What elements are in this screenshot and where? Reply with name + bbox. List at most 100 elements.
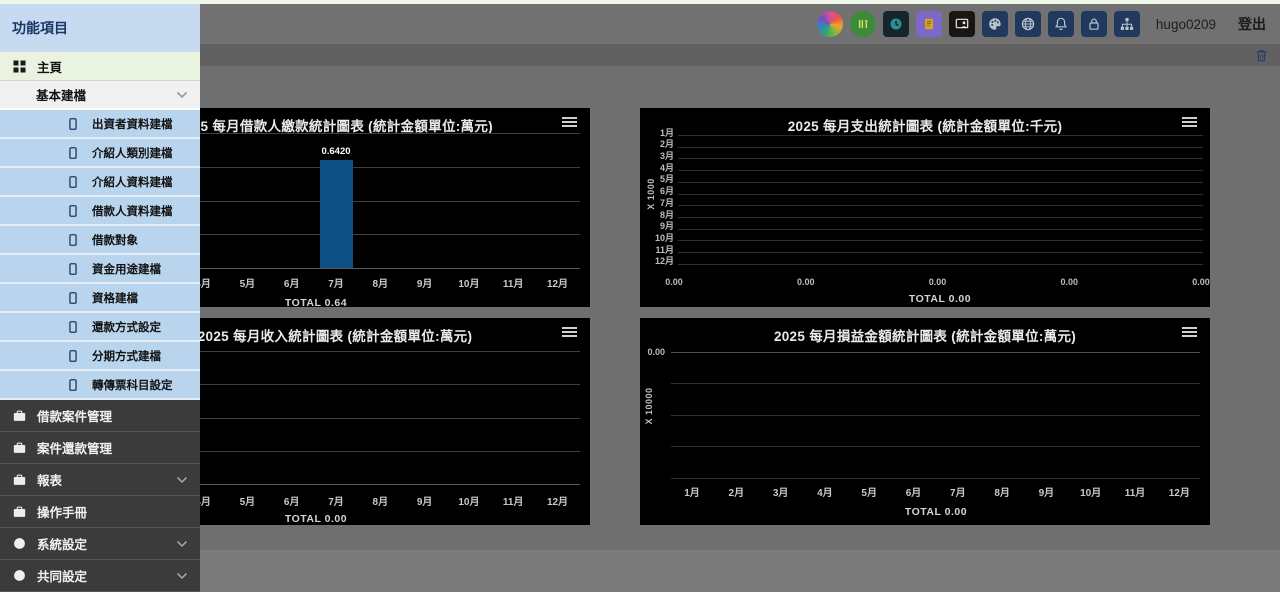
y-axis-unit-label: X 10000 — [644, 376, 654, 436]
sidebar-item-borrower-data[interactable]: 借款人資料建檔 — [0, 197, 200, 226]
chart-panel-profit-loss: 2025 每月損益金額統計圖表 (統計金額單位:萬元)0.001月2月3月4月5… — [640, 318, 1210, 525]
circle-icon — [12, 569, 27, 582]
checkbox-outline-icon — [66, 233, 80, 247]
row-gridline — [678, 135, 1203, 136]
presentation-app-icon[interactable] — [949, 11, 975, 37]
palette-glyph — [987, 16, 1003, 32]
sidebar-item-basic-files[interactable]: 基本建檔 — [0, 81, 200, 110]
clock-app-icon[interactable] — [883, 11, 909, 37]
chart-menu-icon[interactable] — [1182, 327, 1197, 339]
x-tick-label: 0.00 — [929, 277, 947, 287]
sidebar-item-label: 案件還款管理 — [37, 438, 112, 457]
x-tick-label: 3月 — [759, 484, 803, 499]
sidebar-item-repayment-method[interactable]: 還款方式設定 — [0, 313, 200, 342]
sidebar-item-voucher-subject[interactable]: 轉傳票科目設定 — [0, 371, 200, 400]
sidebar-item-qualification[interactable]: 資格建檔 — [0, 284, 200, 313]
logout-button[interactable]: 登出 — [1238, 14, 1266, 34]
row-gridline — [678, 147, 1203, 148]
x-tick-label: 11月 — [1113, 484, 1157, 499]
palette-icon[interactable] — [982, 11, 1008, 37]
checkbox-outline-icon — [66, 291, 80, 305]
chevron-down-icon — [176, 91, 188, 99]
sidebar-item-label: 分期方式建檔 — [92, 348, 161, 364]
sidebar-item-label: 基本建檔 — [36, 85, 86, 104]
globe-icon[interactable] — [1015, 11, 1041, 37]
sidebar-item-label: 資格建檔 — [92, 290, 138, 306]
row-gridline — [678, 264, 1203, 265]
x-tick-label: 8月 — [980, 484, 1024, 499]
sidebar-item-label: 資金用途建檔 — [92, 261, 161, 277]
x-tick-label: 10月 — [1069, 484, 1113, 499]
row-gridline — [678, 252, 1203, 253]
gridline — [671, 415, 1200, 416]
chevron-down-icon — [176, 572, 188, 580]
chart-title: 2025 每月損益金額統計圖表 (統計金額單位:萬元) — [640, 325, 1210, 345]
scroll-app-icon[interactable] — [916, 11, 942, 37]
sidebar-item-investor-data[interactable]: 出資者資料建檔 — [0, 110, 200, 139]
username-label: hugo0209 — [1156, 17, 1216, 32]
sidebar-item-label: 主頁 — [37, 57, 62, 76]
sidebar-item-label: 共同設定 — [37, 566, 87, 585]
zero-tick-label: 0.00 — [635, 347, 665, 357]
sidebar-item-home[interactable]: 主頁 — [0, 52, 200, 81]
briefcase-icon — [12, 441, 27, 455]
sidebar-item-system-settings[interactable]: 系統設定 — [0, 528, 200, 560]
navbar-icon-group — [810, 11, 1140, 37]
sidebar-item-manual[interactable]: 操作手冊 — [0, 496, 200, 528]
sidebar-item-reports[interactable]: 報表 — [0, 464, 200, 496]
checkbox-outline-icon — [66, 175, 80, 189]
x-tick-label: 11月 — [491, 275, 535, 290]
x-tick-label: 0.00 — [665, 277, 683, 287]
sidebar-item-introducer-data[interactable]: 介紹人資料建檔 — [0, 168, 200, 197]
y-axis-unit-label: X 1000 — [646, 164, 656, 224]
chart-menu-icon[interactable] — [562, 327, 577, 339]
x-tick-label: 9月 — [1024, 484, 1068, 499]
trash-icon — [1254, 48, 1269, 63]
x-tick-label: 11月 — [491, 493, 535, 508]
row-gridline — [678, 182, 1203, 183]
sidebar-item-label: 介紹人資料建檔 — [92, 174, 173, 190]
chart-menu-icon[interactable] — [1182, 117, 1197, 129]
y-tick-label: 12月 — [642, 254, 674, 267]
bell-icon[interactable] — [1048, 11, 1074, 37]
sidebar-item-label: 轉傳票科目設定 — [92, 377, 173, 393]
x-tick-label: 8月 — [358, 275, 402, 290]
green-logo-glyph — [855, 16, 871, 32]
lock-icon[interactable] — [1081, 11, 1107, 37]
row-gridline — [678, 229, 1203, 230]
sidebar-item-case-repayment-management[interactable]: 案件還款管理 — [0, 432, 200, 464]
sidebar-item-introducer-category[interactable]: 介紹人類別建檔 — [0, 139, 200, 168]
chart-menu-icon[interactable] — [562, 117, 577, 129]
sitemap-icon[interactable] — [1114, 11, 1140, 37]
grid-icon — [12, 60, 27, 73]
sidebar-item-common-settings[interactable]: 共同設定 — [0, 560, 200, 592]
chart-title: 2025 每月支出統計圖表 (統計金額單位:千元) — [640, 115, 1210, 135]
x-tick-label: 0.00 — [797, 277, 815, 287]
sidebar-item-loan-target[interactable]: 借款對象 — [0, 226, 200, 255]
x-tick-label: 5月 — [225, 493, 269, 508]
colorful-logo-icon[interactable] — [817, 11, 843, 37]
x-tick-label: 0.00 — [1192, 277, 1210, 287]
x-tick-label: 6月 — [892, 484, 936, 499]
x-tick-label: 12月 — [536, 275, 580, 290]
row-gridline — [678, 240, 1203, 241]
sidebar-item-installment-method[interactable]: 分期方式建檔 — [0, 342, 200, 371]
x-tick-label: 6月 — [270, 275, 314, 290]
bell-glyph — [1053, 16, 1069, 32]
checkbox-outline-icon — [66, 378, 80, 392]
row-gridline — [678, 158, 1203, 159]
row-gridline — [678, 194, 1203, 195]
gridline — [671, 383, 1200, 384]
x-tick-label: 4月 — [803, 484, 847, 499]
green-logo-icon[interactable] — [850, 11, 876, 37]
sidebar-item-loan-case-management[interactable]: 借款案件管理 — [0, 400, 200, 432]
sidebar-item-label: 報表 — [37, 470, 62, 489]
checkbox-outline-icon — [66, 349, 80, 363]
gridline — [671, 446, 1200, 447]
sidebar-item-label: 操作手冊 — [37, 502, 87, 521]
clock-glyph — [888, 16, 904, 32]
sidebar-item-label: 還款方式設定 — [92, 319, 161, 335]
x-tick-label: 7月 — [314, 493, 358, 508]
sidebar-item-fund-usage[interactable]: 資金用途建檔 — [0, 255, 200, 284]
trash-button[interactable] — [1252, 46, 1270, 64]
